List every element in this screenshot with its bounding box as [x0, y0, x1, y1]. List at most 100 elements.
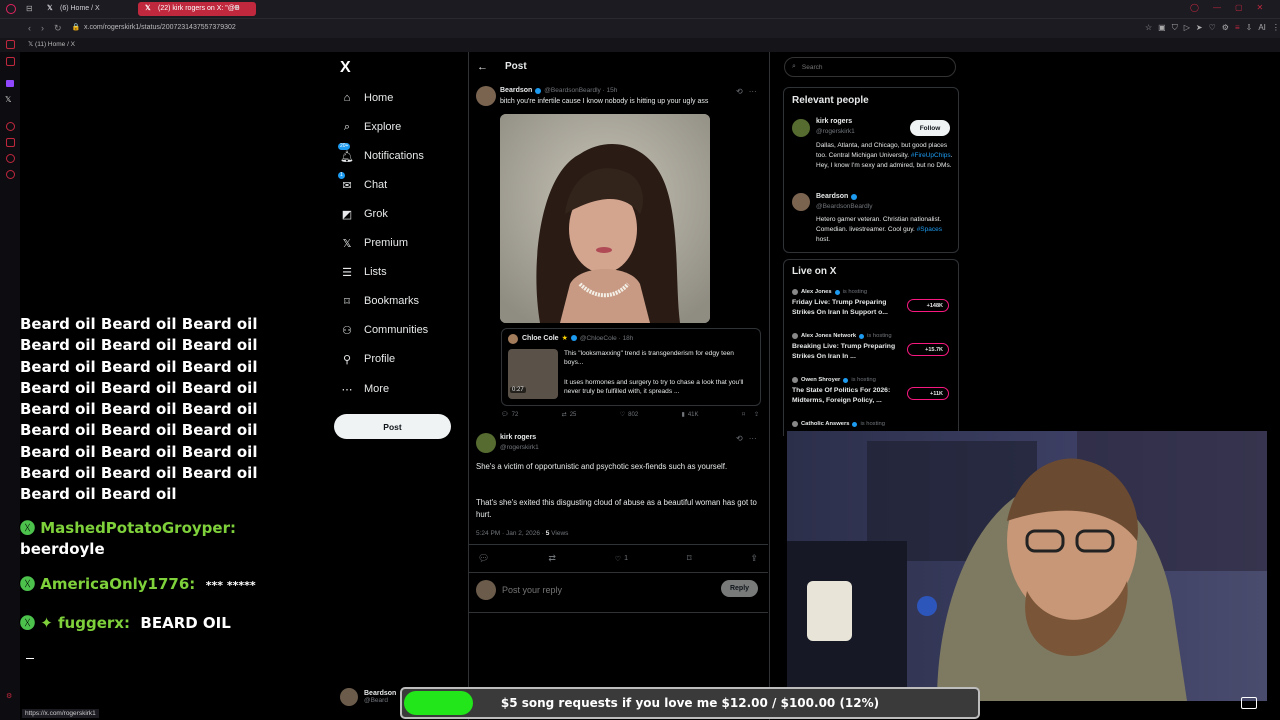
live-item[interactable]: Alex Jones Network is hosting Breaking Liv…	[792, 333, 952, 361]
post-timestamp[interactable]: 5:24 PM · Jan 2, 2026 ·	[476, 530, 546, 537]
nav-item-lists[interactable]: ☰ Lists	[340, 260, 387, 284]
nav-item-notifications[interactable]: 🔔︎ 20+ Notifications	[338, 143, 424, 168]
bookmark-icon: ⌑	[344, 295, 350, 308]
panel-icon-4[interactable]	[6, 138, 15, 147]
reply-button[interactable]: Reply	[721, 580, 758, 597]
person-name-row: Beardson	[816, 193, 858, 200]
x-panel-icon[interactable]: 𝕏	[5, 95, 11, 104]
hashtag-link[interactable]: #FireUpChips	[911, 152, 951, 159]
play-icon[interactable]: ▷	[1184, 23, 1190, 33]
forward-icon[interactable]: ›	[41, 23, 44, 34]
view-count: 41K	[687, 411, 699, 418]
quote-video-thumbnail[interactable]: 0:27	[508, 349, 558, 399]
live-item[interactable]: Catholic Answers is hosting	[792, 421, 952, 427]
new-tab-button[interactable]: +	[234, 3, 240, 14]
back-icon[interactable]: ‹	[28, 23, 31, 34]
nav-label: Explore	[364, 121, 402, 133]
twitch-icon[interactable]	[6, 80, 14, 87]
download-icon[interactable]: ⇩	[1246, 23, 1253, 33]
bookmark-icon[interactable]: ⌑	[742, 411, 745, 418]
nav-item-grok[interactable]: ◩ Grok	[340, 202, 388, 226]
panel-icon-1[interactable]	[6, 40, 15, 49]
nav-item-more[interactable]: ⋯ More	[340, 377, 390, 401]
hashtag-link[interactable]: #Spaces	[917, 226, 942, 233]
live-title: Breaking Live: Trump Preparing Strikes O…	[792, 343, 896, 360]
send-icon[interactable]: ➤	[1196, 23, 1203, 33]
bookmark-star-icon[interactable]: ☆	[1145, 23, 1152, 33]
avatar[interactable]	[792, 119, 810, 137]
stream-chat-overlay: Beard oil Beard oil Beard oil Beard oil B…	[20, 314, 320, 634]
account-switcher[interactable]: Beardson @Beard	[340, 688, 396, 706]
views-action[interactable]: ▮ 41K	[682, 411, 699, 419]
reply-action[interactable]: 💬︎ 72	[501, 411, 518, 419]
minimize-icon[interactable]: —	[1213, 3, 1221, 12]
avatar[interactable]	[792, 193, 810, 211]
nav-item-premium[interactable]: 𝕏 Premium	[340, 231, 408, 255]
repost-action[interactable]: ⇄ 25	[562, 411, 577, 419]
nav-item-profile[interactable]: ⚲ Profile	[340, 347, 395, 371]
url-field[interactable]: x.com/rogerskirk1/status/200723143755737…	[84, 24, 236, 31]
shield-icon[interactable]: ⛉	[1172, 23, 1178, 33]
panel-icon-6[interactable]	[6, 170, 15, 179]
reply-input[interactable]	[500, 582, 704, 598]
sidebar-toggle-icon[interactable]: ◯	[1190, 3, 1199, 12]
share-icon[interactable]: ⇪	[750, 553, 758, 564]
bookmark-home[interactable]: 𝕏 (11) Home / X	[28, 40, 75, 48]
post-meta: 5:24 PM · Jan 2, 2026 · 5 Views	[476, 530, 568, 537]
close-window-icon[interactable]: ✕	[1257, 3, 1264, 12]
heart-icon: ♡	[619, 412, 626, 418]
reply-icon[interactable]: 💬︎	[478, 553, 489, 564]
grok-explain-icon[interactable]: ⟲	[736, 87, 743, 96]
post-button[interactable]: Post	[334, 414, 451, 439]
repost-icon[interactable]: ⇄	[548, 553, 556, 564]
nav-item-communities[interactable]: ⚇ Communities	[340, 318, 428, 342]
chat-username: MashedPotatoGroyper:	[40, 518, 236, 537]
more-vert-icon[interactable]: ⋮	[1272, 23, 1280, 33]
post-image[interactable]	[500, 114, 710, 323]
back-button[interactable]: ←	[477, 61, 488, 73]
nav-item-home[interactable]: ⌂ Home	[340, 86, 394, 110]
nav-item-bookmarks[interactable]: ⌑ Bookmarks	[340, 289, 419, 313]
person-name[interactable]: Beardson	[816, 193, 848, 200]
panel-icon-3[interactable]	[6, 122, 15, 131]
share-icon[interactable]: ⇪	[754, 411, 759, 418]
like-action[interactable]: ♡ 802	[619, 411, 638, 419]
quoted-post[interactable]: Chloe Cole ★ @ChloeCole · 18h 0:27 This …	[501, 328, 761, 406]
settings-icon[interactable]: ⚙	[1222, 23, 1229, 33]
nav-item-chat[interactable]: ✉ 1 Chat	[338, 172, 387, 197]
avatar[interactable]	[476, 433, 496, 453]
heart-icon[interactable]: ♡	[1209, 23, 1216, 33]
live-item[interactable]: Owen Shroyer is hosting The State Of Polit…	[792, 377, 952, 405]
snapshot-icon[interactable]: ▣	[1158, 23, 1166, 33]
chat-badge-icon: 🅧	[20, 518, 41, 537]
author-name[interactable]: Beardson	[500, 87, 532, 94]
messages-drawer-icon[interactable]	[1241, 697, 1257, 709]
search-input[interactable]	[799, 62, 944, 72]
search-box[interactable]: ⌕	[784, 57, 956, 77]
panel-icon-5[interactable]	[6, 154, 15, 163]
donation-text: $5 song requests if you love me $12.00 /…	[500, 696, 880, 710]
author-name[interactable]: kirk rogers	[500, 434, 536, 441]
more-options-icon[interactable]: ···	[749, 87, 757, 96]
nav-item-explore[interactable]: ⌕ Explore	[340, 115, 401, 139]
maximize-icon[interactable]: ▢	[1235, 3, 1243, 12]
bookmark-label: (11) Home / X	[35, 41, 76, 48]
ai-icon[interactable]: AI	[1258, 23, 1266, 33]
reload-icon[interactable]: ↻	[54, 23, 62, 34]
quote-text-2: It uses hormones and surgery to try to c…	[564, 379, 744, 395]
person-name[interactable]: kirk rogers	[816, 118, 852, 125]
live-item[interactable]: Alex Jones is hosting Friday Live: Trump P…	[792, 289, 952, 317]
panel-settings-icon[interactable]: ⚙	[6, 692, 12, 700]
person-handle: @BeardsonBeardly	[816, 203, 873, 210]
avatar[interactable]	[476, 86, 496, 106]
bookmark-icon[interactable]: ⌑	[687, 553, 692, 564]
tab-list-icon[interactable]: ⊟	[26, 4, 33, 13]
nav-label: Premium	[364, 237, 409, 249]
x-logo-icon[interactable]: X	[340, 59, 351, 77]
like-action[interactable]: ♡ 1	[615, 553, 628, 564]
more-options-icon[interactable]: ···	[749, 434, 757, 443]
menu-lines-icon[interactable]: ≡	[1235, 23, 1240, 33]
grok-explain-icon[interactable]: ⟲	[736, 434, 743, 443]
panel-icon-2[interactable]	[6, 57, 15, 66]
follow-button[interactable]: Follow	[910, 120, 950, 136]
